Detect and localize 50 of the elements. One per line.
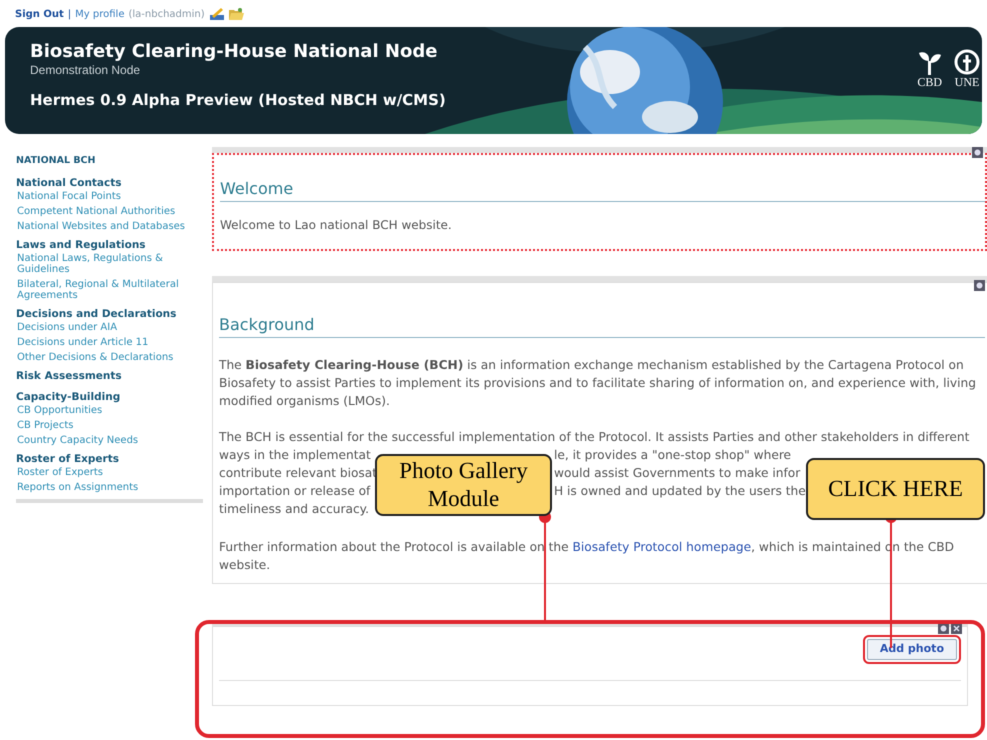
paragraph-fragment: le, it provides a "one-stop shop" where — [554, 447, 792, 464]
sidebar-section-link[interactable]: Capacity-Building — [16, 390, 120, 406]
my-profile-link[interactable]: My profile — [75, 6, 124, 22]
sidebar-section-link[interactable]: National Contacts — [16, 176, 122, 192]
sidebar-link[interactable]: CB Opportunities — [16, 405, 192, 416]
sidebar-link[interactable]: Decisions under Article 11 — [16, 337, 192, 348]
version-title: Hermes 0.9 Alpha Preview (Hosted NBCH w/CMS) — [30, 90, 446, 111]
protocol-homepage-link[interactable]: Biosafety Protocol homepage — [572, 540, 752, 554]
sidebar-section-link[interactable]: Laws and Regulations — [16, 238, 146, 254]
paragraph-fragment: H is owned and updated by the users the — [554, 483, 806, 500]
settings-icon[interactable] — [972, 147, 983, 158]
sidebar-section-link[interactable]: Risk Assessments — [16, 369, 122, 384]
callout-label: Photo Gallery Module — [375, 454, 552, 516]
section-heading: Welcome — [220, 177, 985, 202]
logo-caption: CBD — [917, 75, 942, 89]
sidebar-link[interactable]: Decisions under AIA — [16, 322, 192, 334]
sidebar-link[interactable]: National Websites and Databases — [16, 221, 192, 232]
paragraph-fragment: ways in the implementat — [219, 447, 371, 464]
sidebar-link[interactable]: Bilateral, Regional & Multilateral Agreements — [16, 279, 192, 302]
edit-icon[interactable] — [208, 7, 225, 21]
settings-icon[interactable] — [974, 280, 985, 291]
folder-icon[interactable] — [228, 7, 244, 21]
sidebar-link[interactable]: National Focal Points — [16, 191, 192, 202]
welcome-text: Welcome to Lao national BCH website. — [220, 217, 452, 234]
username-text: (la-nbchadmin) — [128, 8, 205, 22]
sidebar-section-link[interactable]: Decisions and Declarations — [16, 307, 176, 322]
intro-paragraph: The Biosafety Clearing-House (BCH) is an information exchange mechanism established by the Cartagena Protocol on Biosafety to assist Parties to implement its provisions and to facilitate sharing of information on, and experience with, living modified organisms (LMOs). — [219, 357, 977, 410]
sidebar-link[interactable]: Country Capacity Needs — [16, 435, 192, 446]
sidebar-heading: NATIONAL BCH — [16, 154, 96, 168]
paragraph-line: The BCH is essential for the successful implementation of the Protocol. It assists Parties and other stakeholders in different — [219, 429, 970, 446]
site-title: Biosafety Clearing-House National Node — [30, 41, 438, 63]
paragraph-line: timeliness and accuracy. — [219, 501, 370, 518]
sidebar-link[interactable]: Roster of Experts — [16, 467, 192, 478]
callout-label: CLICK HERE — [806, 458, 985, 520]
sidebar-link[interactable]: Competent National Authorities — [16, 206, 192, 218]
sidebar-link[interactable]: Other Decisions & Declarations — [16, 352, 192, 364]
sidebar-section-link[interactable]: Roster of Experts — [16, 452, 119, 468]
logo-caption: UNE — [954, 75, 980, 89]
separator-text: | — [68, 8, 72, 22]
sidebar-link[interactable]: Reports on Assignments — [16, 482, 192, 494]
close-icon[interactable] — [951, 623, 962, 634]
paragraph-fragment: would assist Governments to make infor — [554, 465, 800, 482]
sidebar-link[interactable]: CB Projects — [16, 420, 192, 432]
paragraph-fragment: contribute relevant biosat — [219, 465, 378, 482]
settings-icon[interactable] — [938, 623, 949, 634]
site-subtitle: Demonstration Node — [30, 63, 140, 77]
sidebar-link[interactable]: National Laws, Regulations & Guidelines — [16, 253, 192, 276]
paragraph-fragment: importation or release of — [219, 483, 370, 500]
sign-out-link[interactable]: Sign Out — [15, 6, 64, 22]
section-heading: Background — [219, 313, 985, 338]
